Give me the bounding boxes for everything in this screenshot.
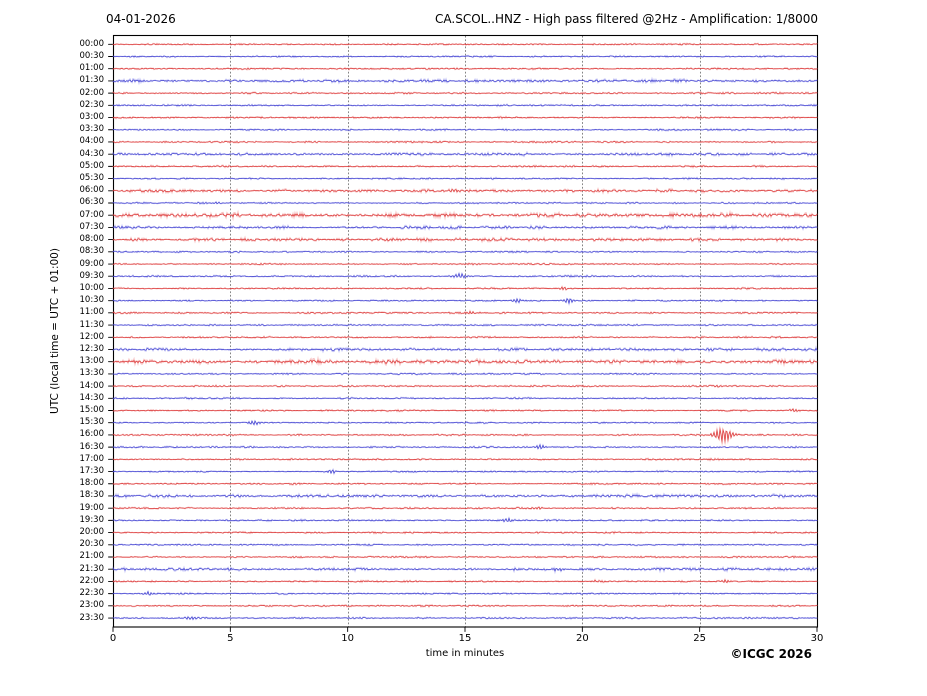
y-tick-label: 22:00 [79,575,105,586]
y-tick-label: 03:30 [79,124,105,135]
y-tick-label: 05:30 [79,173,105,184]
y-tick-label: 19:00 [79,502,105,513]
y-tick-label: 00:30 [79,51,105,61]
y-tick-label: 07:00 [79,209,105,220]
y-tick-label: 05:00 [79,160,105,171]
y-tick-label: 06:00 [79,185,105,196]
x-tick-label: 25 [693,633,707,644]
x-tick-label: 20 [575,633,589,644]
y-tick-label: 21:00 [79,551,105,562]
x-tick-label: 10 [341,633,355,644]
y-tick-label: 23:30 [79,612,105,623]
y-tick-label: 22:30 [79,588,105,599]
x-tick-label: 30 [810,633,824,644]
y-tick-label: 07:30 [79,221,105,232]
y-tick-label: 17:00 [79,453,105,464]
y-tick-label: 01:00 [79,63,105,74]
y-tick-label: 20:00 [79,527,105,538]
plot-title: CA.SCOL..HNZ - High pass filtered @2Hz -… [435,12,818,26]
y-tick-label: 04:00 [79,136,105,147]
x-tick-label: 5 [227,633,234,644]
y-tick-label: 15:30 [79,417,105,428]
x-axis-label: time in minutes [425,648,505,659]
copyright-credit: ©ICGC 2026 [730,647,812,661]
y-tick-label: 18:30 [79,490,105,501]
y-tick-label: 00:00 [79,38,105,49]
y-tick-label: 16:00 [79,429,105,440]
y-tick-label: 08:00 [79,234,105,245]
y-tick-label: 03:00 [79,112,105,123]
y-tick-label: 02:30 [79,99,105,110]
y-tick-label: 06:30 [79,197,105,208]
plot-date: 04-01-2026 [106,12,176,26]
y-axis-label: UTC (local time = UTC + 01:00) [49,248,61,414]
seismogram-canvas [0,0,927,696]
y-tick-label: 01:30 [79,75,105,86]
y-tick-label: 16:30 [79,441,105,452]
y-tick-label: 02:00 [79,87,105,98]
y-tick-label: 20:30 [79,539,105,550]
seismogram-page: 04-01-2026 CA.SCOL..HNZ - High pass filt… [0,0,927,696]
x-tick-label: 0 [109,633,117,644]
y-tick-label: 04:30 [79,148,105,159]
y-tick-label: 17:30 [79,466,105,477]
x-tick-label: 15 [458,633,472,644]
y-tick-label: 23:00 [79,600,105,611]
y-tick-label: 18:00 [79,478,105,489]
y-tick-label: 21:30 [79,563,105,574]
y-tick-label: 19:30 [79,514,105,525]
